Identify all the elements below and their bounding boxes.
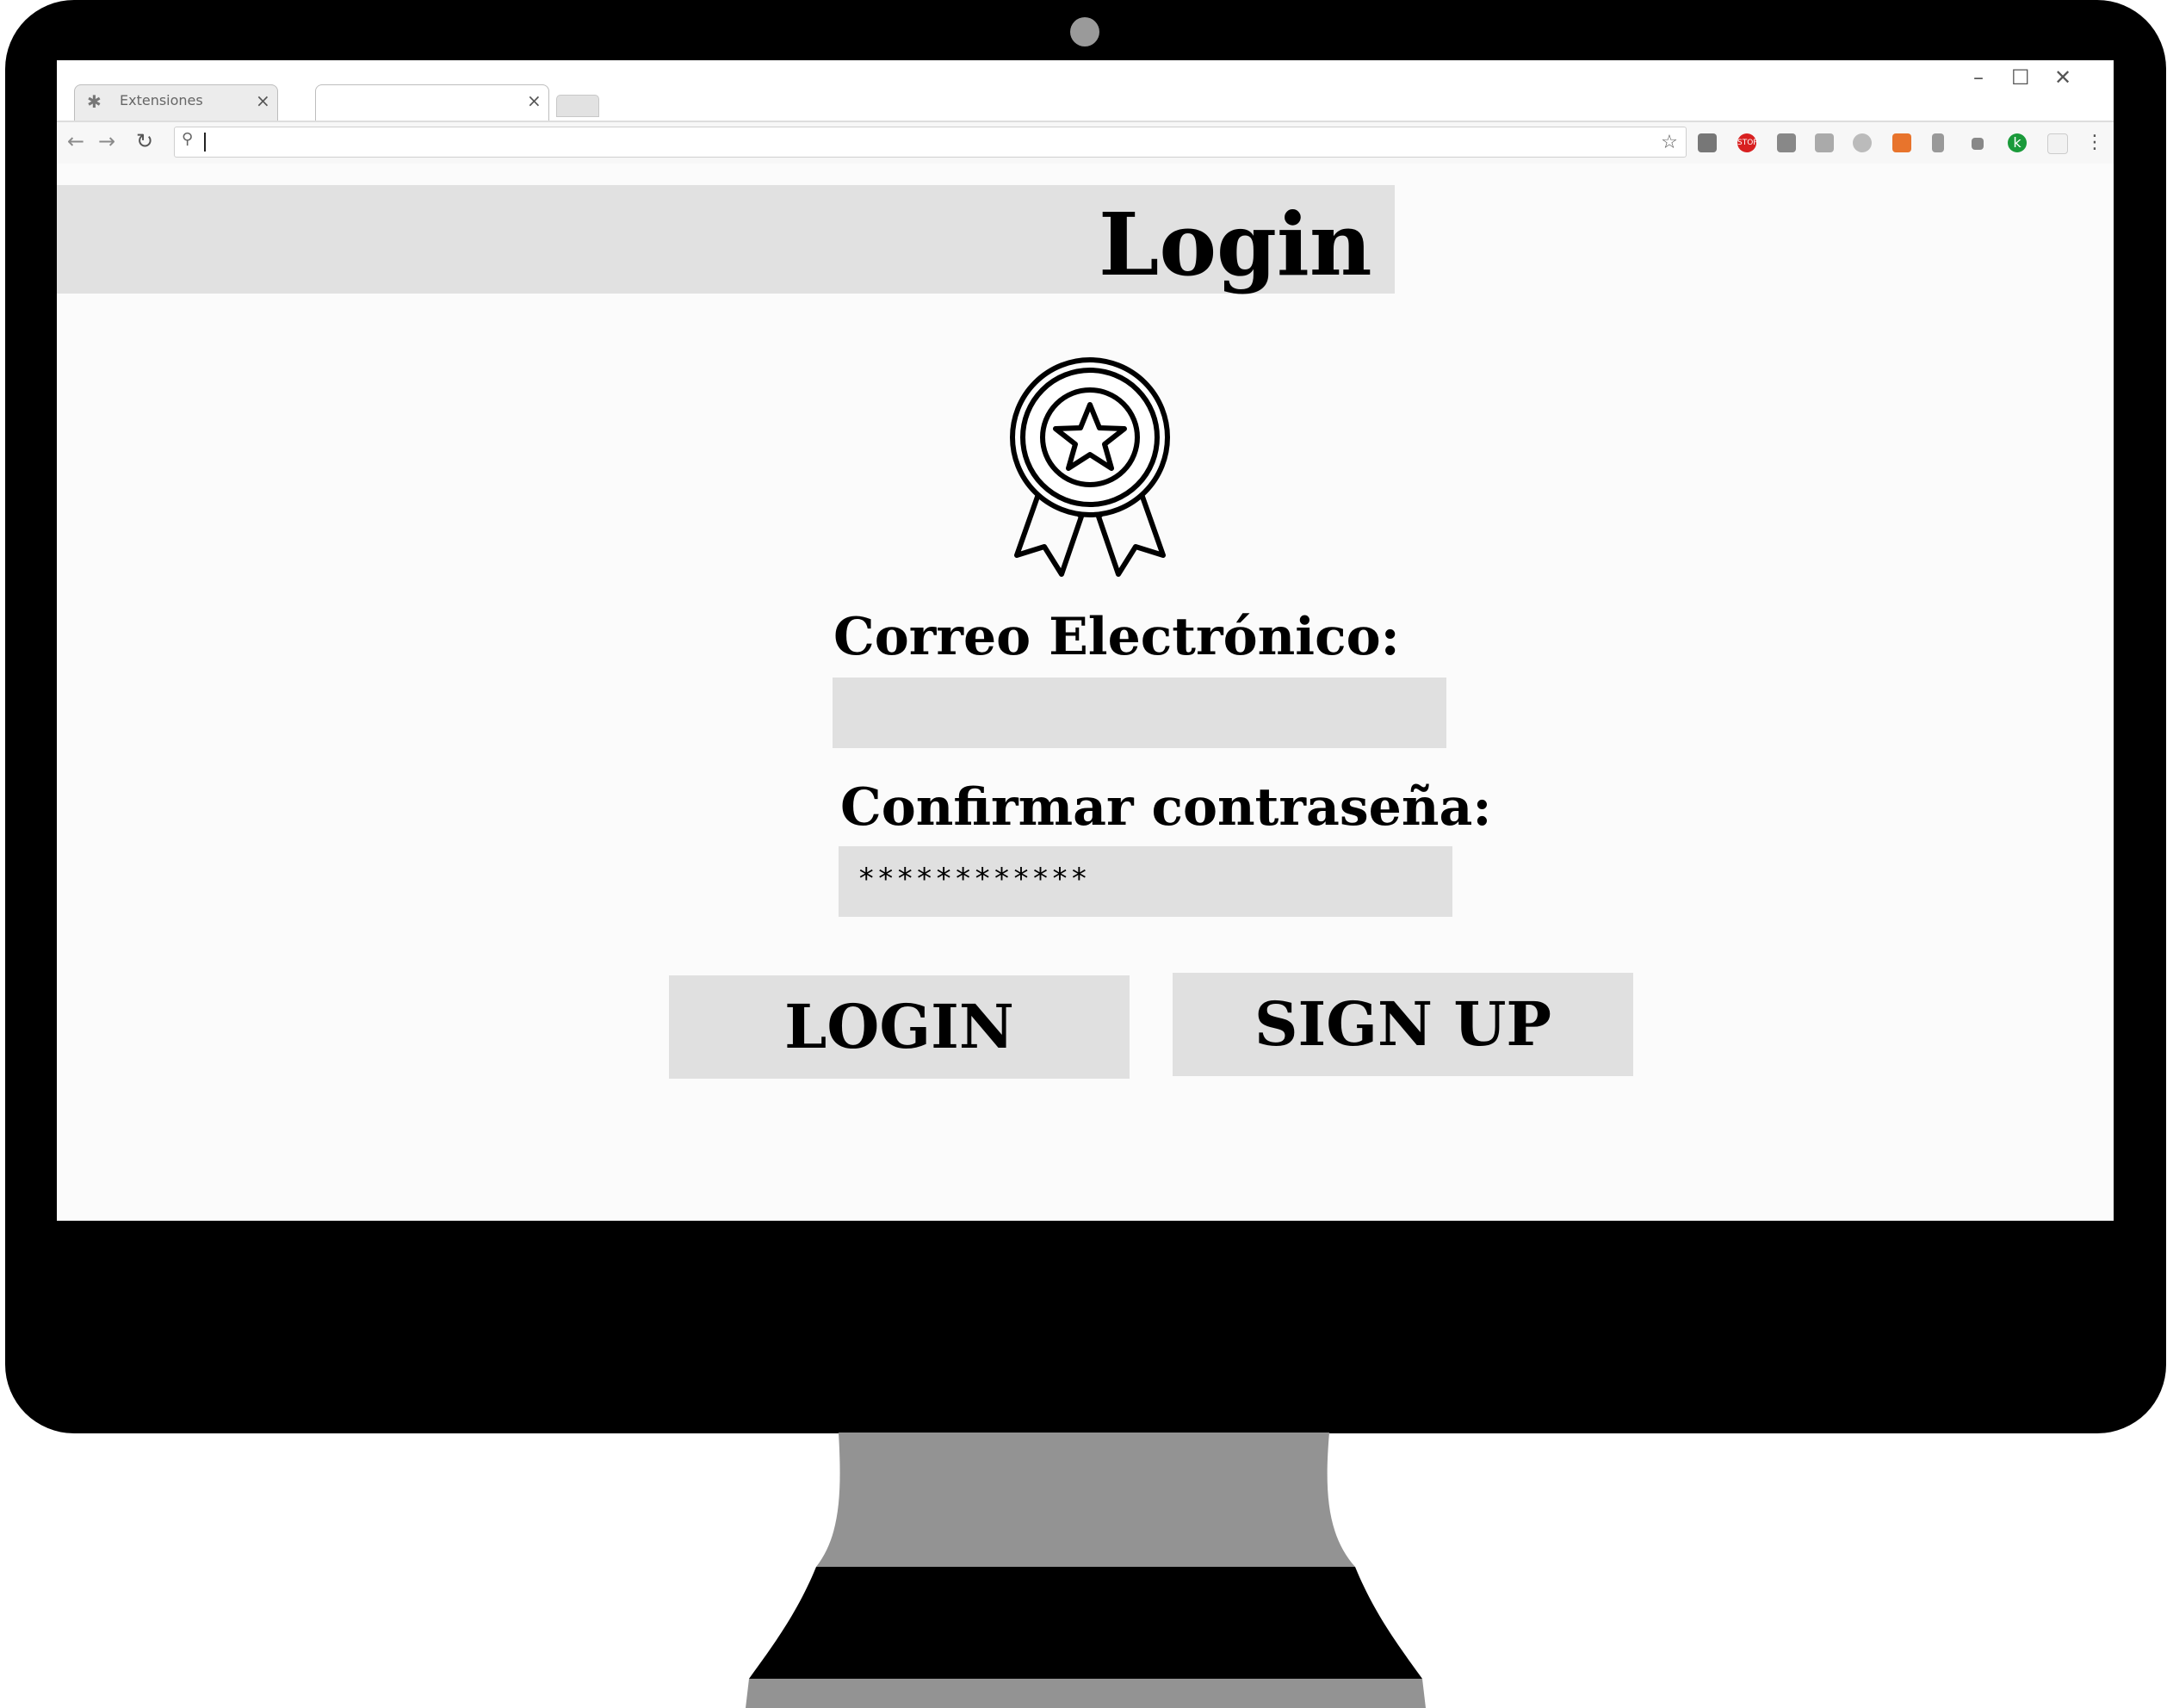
stop-icon[interactable]: STOP [1737, 133, 1758, 152]
tab-strip: ✱ Extensiones × × – ☐ ✕ [57, 60, 2114, 121]
forward-icon[interactable]: → [98, 129, 115, 153]
webcam [1070, 17, 1099, 46]
text-caret [204, 133, 206, 152]
puzzle-icon: ✱ [87, 91, 102, 112]
extension-icon[interactable] [1853, 133, 1872, 152]
extension-icon[interactable] [1777, 133, 1796, 152]
close-icon[interactable]: × [256, 90, 270, 111]
password-field[interactable]: ************ [839, 846, 1452, 917]
browser-toolbar: ← → ↻ ⚲ ☆ STOP k ⋮ [57, 121, 2114, 165]
tab-extensions[interactable]: ✱ Extensiones × [74, 84, 278, 121]
extension-icon[interactable] [2047, 133, 2068, 154]
award-ribbon-icon [1010, 357, 1170, 577]
header-bar: Login [57, 185, 1395, 295]
extension-icon[interactable] [1932, 133, 1944, 152]
back-icon[interactable]: ← [67, 129, 84, 153]
new-tab-button[interactable] [556, 95, 599, 117]
email-field[interactable] [833, 678, 1446, 748]
signup-button[interactable]: SIGN UP [1173, 973, 1633, 1076]
minimize-icon[interactable]: – [1973, 65, 1984, 90]
address-bar[interactable]: ⚲ [174, 127, 1687, 158]
login-button[interactable]: LOGIN [669, 975, 1130, 1079]
maximize-icon[interactable]: ☐ [2011, 65, 2030, 90]
bookmark-star-icon[interactable]: ☆ [1660, 133, 1679, 152]
menu-icon[interactable]: ⋮ [2085, 133, 2104, 152]
extension-icon[interactable] [1815, 133, 1834, 152]
extension-icon[interactable] [1892, 133, 1911, 152]
email-label: Correo Electrónico: [833, 607, 1400, 667]
extension-icon[interactable] [1698, 133, 1717, 152]
password-value: ************ [858, 862, 1090, 896]
close-window-icon[interactable]: ✕ [2054, 65, 2071, 90]
screen: ✱ Extensiones × × – ☐ ✕ ← → ↻ ⚲ ☆ STOP k [57, 60, 2114, 1221]
green-circle-icon[interactable]: k [2008, 133, 2027, 152]
tab-active[interactable]: × [315, 84, 549, 121]
reload-icon[interactable]: ↻ [136, 129, 153, 153]
password-label: Confirmar contraseña: [840, 777, 1492, 838]
monitor-stand [746, 1433, 1426, 1708]
close-icon[interactable]: × [527, 90, 542, 111]
page-title: Login [1099, 194, 1372, 295]
tab-label: Extensiones [120, 92, 203, 108]
extension-icon[interactable] [1972, 138, 1984, 150]
search-icon: ⚲ [182, 130, 194, 148]
